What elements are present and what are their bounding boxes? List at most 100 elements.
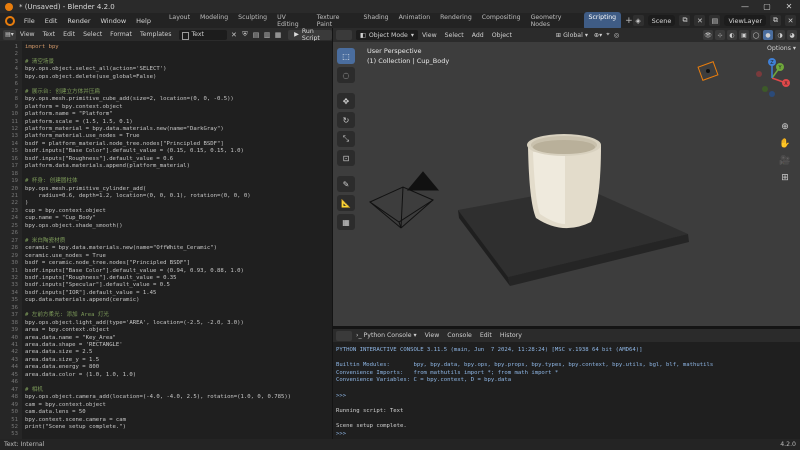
scale-tool-icon[interactable]: ⤡	[337, 131, 355, 147]
camera-view-icon[interactable]: 🎥	[778, 154, 792, 168]
console-menu-history[interactable]: History	[496, 332, 526, 339]
scene-render	[368, 61, 719, 286]
add-workspace-button[interactable]: +	[625, 16, 633, 26]
gizmo-toggle-icon[interactable]: ⊹	[715, 30, 725, 40]
workspace-tab-sculpting[interactable]: Sculpting	[233, 12, 272, 30]
grid-view-icon[interactable]: ⊞	[778, 171, 792, 185]
console-menu-console[interactable]: Console	[443, 332, 476, 339]
workspace-tab-compositing[interactable]: Compositing	[477, 12, 526, 30]
workspace-tab-modeling[interactable]: Modeling	[195, 12, 233, 30]
status-text: Text: Internal	[4, 441, 45, 448]
orientation-label: Global	[563, 31, 583, 39]
workspace-tab-layout[interactable]: Layout	[164, 12, 195, 30]
word-wrap-toggle-icon[interactable]: ▥	[263, 30, 271, 40]
options-dropdown[interactable]: Options ▾	[767, 45, 796, 52]
text-datablock-selector[interactable]: Text	[179, 29, 227, 40]
text-menu-templates[interactable]: Templates	[136, 31, 175, 38]
status-bar: Text: Internal 4.2.0	[0, 439, 800, 450]
view-layer-name[interactable]: ViewLayer	[724, 15, 766, 26]
python-console[interactable]: PYTHON INTERACTIVE CONSOLE 3.11.5 (main,…	[333, 342, 800, 439]
text-menu-select[interactable]: Select	[79, 31, 106, 38]
code-line[interactable]: 53	[0, 430, 332, 438]
tool-shelf: ⬚ ◌ ✥ ↻ ⤡ ⊡ ✎ 📐 ▦	[337, 48, 355, 230]
add-cube-tool-icon[interactable]: ▦	[337, 214, 355, 230]
close-button[interactable]: ✕	[778, 0, 800, 13]
material-shading-icon[interactable]: ◑	[775, 30, 785, 40]
visibility-icon[interactable]: 👁	[703, 30, 713, 40]
window-controls: — ▢ ✕	[734, 0, 800, 13]
workspace-tab-geometry-nodes[interactable]: Geometry Nodes	[526, 12, 584, 30]
text-menu-view[interactable]: View	[16, 31, 39, 38]
menu-help[interactable]: Help	[131, 17, 156, 25]
camera-object[interactable]	[368, 171, 440, 229]
xray-toggle-icon[interactable]: ▣	[739, 30, 749, 40]
console-menu-edit[interactable]: Edit	[476, 332, 496, 339]
pivot-icon[interactable]: ⊕▾	[594, 32, 602, 39]
view-name-label: User Perspective	[367, 47, 422, 55]
move-tool-icon[interactable]: ✥	[337, 93, 355, 109]
console-line: >>>	[336, 392, 347, 399]
text-editor[interactable]: 1 import bpy 2 3 # 清空场景 4 bpy.ops.object.selec…	[0, 41, 332, 439]
pan-hand-icon[interactable]: ✋	[778, 137, 792, 151]
copy-scene-icon[interactable]: ⧉	[679, 15, 691, 26]
measure-tool-icon[interactable]: 📐	[337, 195, 355, 211]
area-light-object[interactable]	[697, 61, 719, 81]
text-menu-text[interactable]: Text	[39, 31, 60, 38]
console-type-dropdown[interactable]: ›_ Python Console ▾	[352, 332, 421, 339]
zoom-icon[interactable]: ⊕	[778, 120, 792, 134]
annotate-tool-icon[interactable]: ✎	[337, 176, 355, 192]
cup-body-object[interactable]	[527, 134, 601, 229]
run-script-button[interactable]: ▶ Run Script	[288, 27, 332, 42]
cursor-tool-icon[interactable]: ◌	[337, 67, 355, 83]
console-editor-type-icon[interactable]	[336, 330, 352, 341]
minimize-button[interactable]: —	[734, 0, 756, 13]
delete-view-layer-icon[interactable]: ✕	[785, 15, 796, 26]
overlay-toggle-icon[interactable]: ◐	[727, 30, 737, 40]
select-box-tool-icon[interactable]: ⬚	[337, 48, 355, 64]
close-text-icon[interactable]: ✕	[230, 30, 238, 40]
syntax-toggle-icon[interactable]: ▦	[274, 30, 282, 40]
snap-icon[interactable]: ⌖	[606, 31, 609, 39]
line-numbers-toggle-icon[interactable]: ▤	[252, 30, 260, 40]
menu-edit[interactable]: Edit	[40, 17, 63, 25]
editor-type-icon[interactable]: ▤▾	[3, 29, 16, 40]
scene-name[interactable]: Scene	[647, 15, 676, 26]
chevron-down-icon: ▾	[410, 31, 414, 39]
console-menu-view[interactable]: View	[421, 332, 444, 339]
object-mode-dropdown[interactable]: ◧ Object Mode ▾	[356, 30, 418, 40]
maximize-button[interactable]: ▢	[756, 0, 778, 13]
viewport-menu-add[interactable]: Add	[468, 32, 488, 39]
workspace-tab-scripting[interactable]: Scripting	[583, 11, 622, 30]
menu-file[interactable]: File	[19, 17, 40, 25]
wireframe-shading-icon[interactable]: ◯	[751, 30, 761, 40]
workspace-tab-rendering[interactable]: Rendering	[435, 12, 477, 30]
rendered-shading-icon[interactable]: ◕	[787, 30, 797, 40]
run-script-label: Run Script	[301, 27, 320, 42]
menu-render[interactable]: Render	[62, 17, 95, 25]
viewport-menu-select[interactable]: Select	[441, 32, 468, 39]
copy-view-layer-icon[interactable]: ⧉	[770, 15, 781, 26]
version-label: 4.2.0	[780, 441, 796, 448]
rotate-tool-icon[interactable]: ↻	[337, 112, 355, 128]
viewport-editor-type-icon[interactable]	[336, 30, 352, 40]
solid-shading-icon[interactable]: ●	[763, 30, 773, 40]
console-line: PYTHON INTERACTIVE CONSOLE 3.11.5 (main,…	[336, 347, 643, 353]
viewport-menu-view[interactable]: View	[418, 32, 441, 39]
viewport-menu-object[interactable]: Object	[488, 32, 516, 39]
blender-menu-icon[interactable]	[5, 15, 15, 26]
3d-viewport[interactable]: ⬚ ◌ ✥ ↻ ⤡ ⊡ ✎ 📐 ▦ User Perspective (1) C…	[333, 42, 800, 326]
scene-icon: ◈	[632, 15, 644, 26]
menu-window[interactable]: Window	[96, 17, 132, 25]
navigation-gizmo[interactable]: X Y Z	[750, 56, 794, 100]
transform-orientation-dropdown[interactable]: ⊞ Global ▾	[556, 32, 588, 39]
transform-tool-icon[interactable]: ⊡	[337, 150, 355, 166]
workspace-tab-shading[interactable]: Shading	[358, 12, 393, 30]
text-menu-format[interactable]: Format	[106, 31, 136, 38]
text-menu-edit[interactable]: Edit	[59, 31, 79, 38]
delete-scene-icon[interactable]: ✕	[694, 15, 706, 26]
shield-icon[interactable]: ⛨	[241, 30, 249, 40]
window-title: * (Unsaved) - Blender 4.2.0	[19, 2, 115, 11]
workspace-tab-animation[interactable]: Animation	[394, 12, 436, 30]
proportional-edit-icon[interactable]: ◎	[614, 32, 619, 39]
active-object-label: (1) Collection | Cup_Body	[367, 57, 450, 65]
